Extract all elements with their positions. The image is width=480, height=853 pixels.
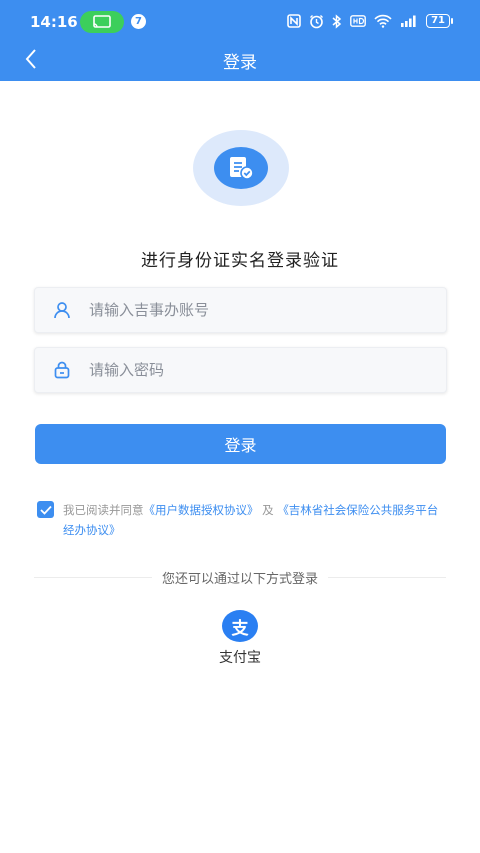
- bluetooth-icon: [332, 12, 342, 30]
- alt-login-text: 您还可以通过以下方式登录: [162, 571, 319, 587]
- hd-icon: [350, 12, 366, 30]
- verification-logo: [193, 130, 289, 206]
- agreement-connector: 及: [262, 503, 274, 517]
- divider-line: [34, 576, 152, 578]
- divider-line: [328, 576, 447, 578]
- wifi-icon: [374, 12, 392, 30]
- account-field[interactable]: [34, 287, 447, 333]
- top-bar: 14:16 7 71 登录: [0, 0, 480, 81]
- status-time: 14:16: [30, 13, 78, 31]
- lock-icon: [51, 359, 73, 381]
- alipay-icon: 支: [222, 610, 258, 642]
- user-icon: [51, 299, 73, 321]
- status-icons: 71: [287, 12, 453, 30]
- password-input[interactable]: [87, 360, 431, 380]
- verification-subtitle: 进行身份证实名登录验证: [141, 251, 339, 271]
- alipay-login-button[interactable]: 支 支付宝: [200, 610, 280, 670]
- check-icon: [39, 505, 52, 515]
- user-data-agreement-link[interactable]: 《用户数据授权协议》: [144, 503, 259, 517]
- alt-login-divider: 您还可以通过以下方式登录: [34, 566, 447, 588]
- account-input[interactable]: [87, 300, 431, 320]
- battery-icon: 71: [426, 14, 453, 28]
- signal-icon: [400, 12, 418, 30]
- nfc-icon: [287, 12, 301, 30]
- notification-badge: 7: [131, 14, 146, 29]
- login-button[interactable]: 登录: [35, 424, 446, 464]
- agreement-row: 我已阅读并同意《用户数据授权协议》 及 《吉林省社会保险公共服务平台经办协议》: [37, 500, 447, 540]
- page-title: 登录: [223, 53, 257, 73]
- agreement-checkbox[interactable]: [37, 501, 54, 518]
- verified-document-icon: [230, 157, 254, 180]
- header: 登录: [0, 44, 480, 81]
- status-bar: 14:16 7 71: [0, 0, 480, 44]
- alipay-label: 支付宝: [219, 650, 261, 666]
- alarm-icon: [309, 12, 324, 30]
- password-field[interactable]: [34, 347, 447, 393]
- cast-icon[interactable]: [80, 11, 124, 33]
- agreement-prefix: 我已阅读并同意: [63, 503, 144, 517]
- login-screen: 14:16 7 71 登录 进行身份证实名登录验证 请输入吉事办账号 登录 我已…: [0, 0, 480, 853]
